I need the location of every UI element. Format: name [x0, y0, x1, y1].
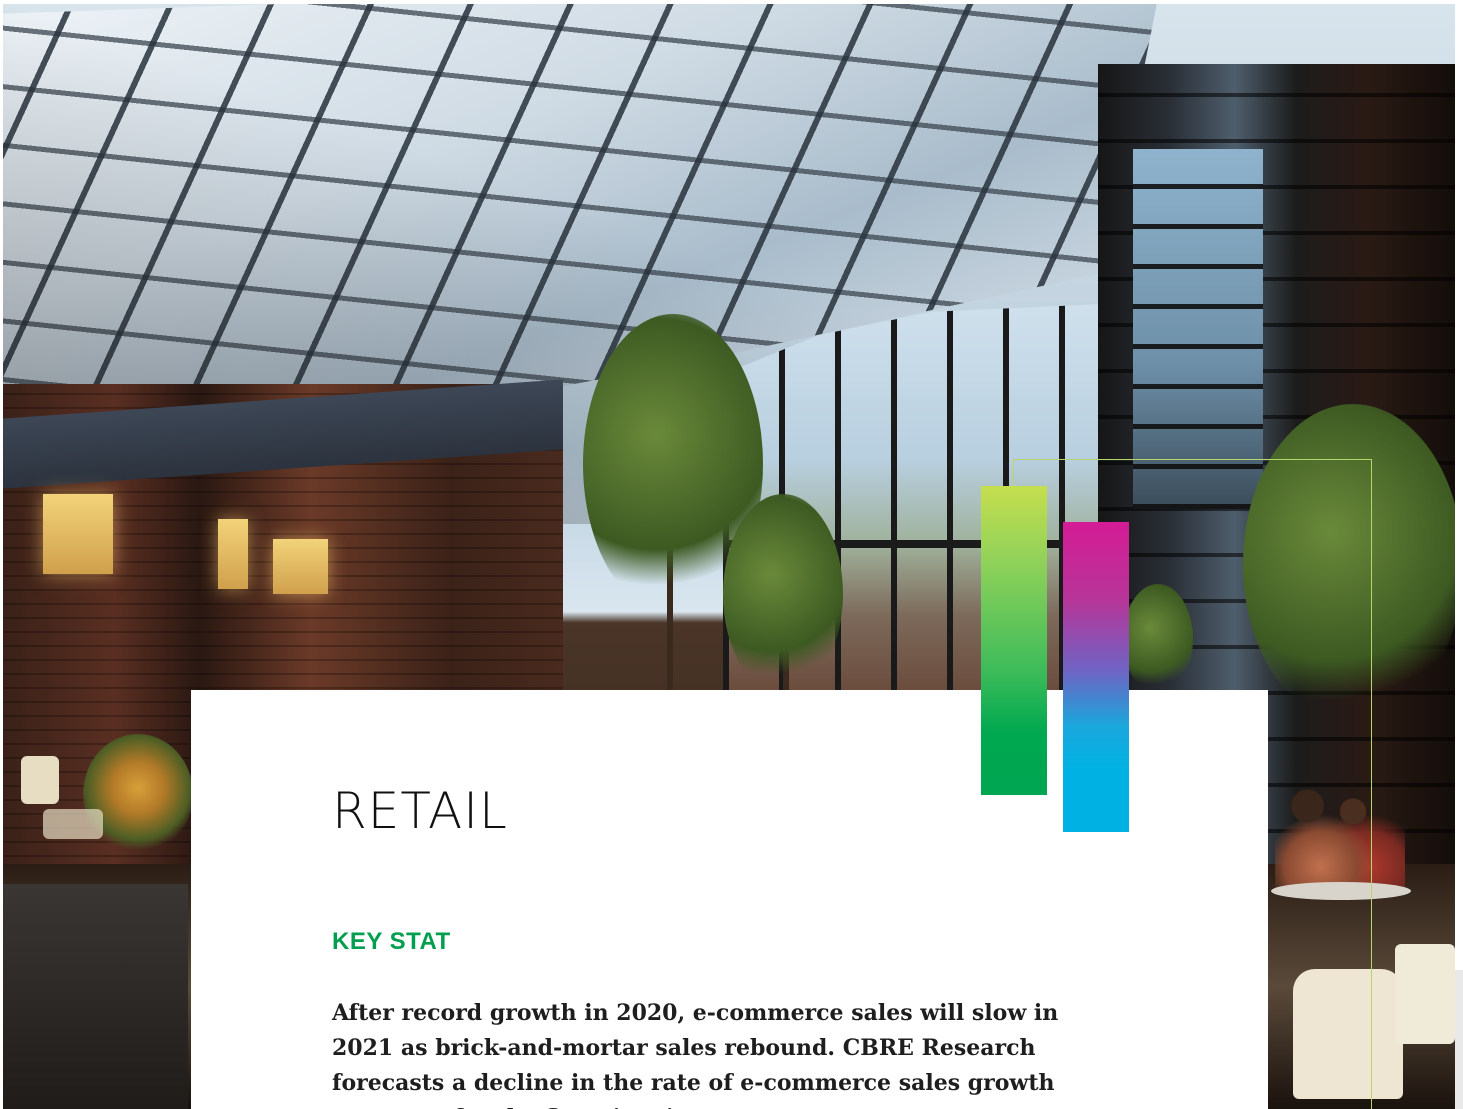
photo-tree — [723, 494, 843, 694]
photo-tower-glass — [1133, 149, 1263, 509]
decorative-bar-green — [981, 486, 1047, 795]
page-edge-strip — [1455, 970, 1463, 1109]
photo-chair — [1395, 944, 1455, 1044]
key-stat-text: After record growth in 2020, e-commerce … — [332, 1000, 1059, 1109]
photo-chair — [21, 756, 59, 804]
photo-chair — [43, 809, 103, 839]
key-stat-label: KEY STAT — [332, 928, 451, 955]
photo-lamp — [273, 539, 328, 594]
decorative-bar-magenta — [1063, 522, 1129, 832]
page: RETAIL KEY STAT After record growth in 2… — [0, 0, 1463, 1109]
photo-lamp — [43, 494, 113, 574]
photo-planter — [3, 884, 188, 1109]
section-title: RETAIL — [332, 782, 508, 840]
photo-lamp — [218, 519, 248, 589]
